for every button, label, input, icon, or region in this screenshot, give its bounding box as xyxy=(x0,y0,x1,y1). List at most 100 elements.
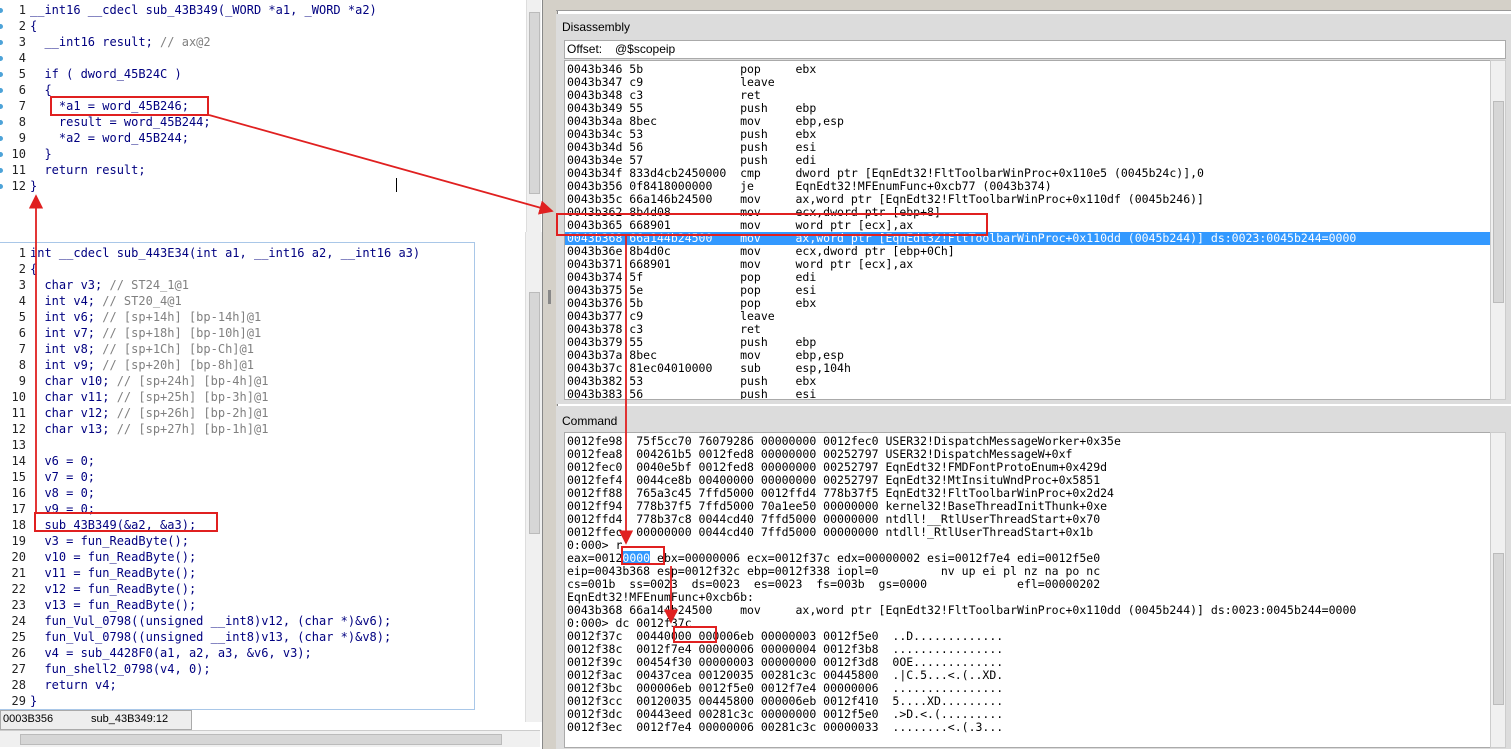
pseudocode-status-bar: 0003B356 sub_43B349:12 xyxy=(0,710,192,730)
code-line[interactable]: 4 int v4; // ST20_4@1 xyxy=(0,293,520,309)
line-number: 27 xyxy=(11,662,26,676)
code-line[interactable]: 1 int __cdecl sub_443E34(int a1, __int16 … xyxy=(0,245,520,261)
code-text: char v10; // [sp+24h] [bp-4h]@1 xyxy=(30,374,269,388)
code-line[interactable]: 1 __int16 __cdecl sub_43B349(_WORD *a1, _… xyxy=(0,2,520,18)
code-line[interactable]: 20 v10 = fun_ReadByte(); xyxy=(0,549,520,565)
code-line[interactable]: 29} xyxy=(0,693,520,709)
command-output[interactable]: 0012fe98 75f5cc70 76079286 00000000 0012… xyxy=(564,432,1491,748)
code-line[interactable]: 5 int v6; // [sp+14h] [bp-14h]@1 xyxy=(0,309,520,325)
line-number: 17 xyxy=(11,502,26,516)
line-number: 5 xyxy=(18,310,26,324)
code-line[interactable]: 18 sub_43B349(&a2, &a3); xyxy=(0,517,520,533)
pseudocode-view-sub_43B349[interactable]: 1 __int16 __cdecl sub_43B349(_WORD *a1, _… xyxy=(0,0,543,232)
code-line[interactable]: 17 v9 = 0; xyxy=(0,501,520,517)
disassembly-listing[interactable]: 0043b346 5b pop ebx 0043b347 c9 leave 0043… xyxy=(564,60,1491,400)
code-text: } xyxy=(30,179,38,193)
code-line[interactable]: 2{ xyxy=(0,261,520,277)
line-number: 9 xyxy=(18,374,26,388)
disassembly-scrollbar[interactable] xyxy=(1490,60,1506,400)
code-line[interactable]: 3 __int16 result; // ax@2 xyxy=(0,34,520,50)
code-line[interactable]: 23 v13 = fun_ReadByte(); xyxy=(0,597,520,613)
text-cursor xyxy=(396,178,397,192)
status-location: sub_43B349:12 xyxy=(91,713,169,725)
code-text: { xyxy=(30,19,38,33)
code-line[interactable]: 11 return result; xyxy=(0,162,520,178)
code-line[interactable]: 22 v12 = fun_ReadByte(); xyxy=(0,581,520,597)
code-text: char v3; // ST24_1@1 xyxy=(30,278,189,292)
line-number: 8 xyxy=(18,115,26,129)
code-line[interactable]: 4 xyxy=(0,50,520,66)
code-line[interactable]: 16 v8 = 0; xyxy=(0,485,520,501)
code-line[interactable]: 28 return v4; xyxy=(0,677,520,693)
line-number: 7 xyxy=(18,342,26,356)
line-number: 19 xyxy=(11,534,26,548)
line-number: 1 xyxy=(18,246,26,260)
line-number: 20 xyxy=(11,550,26,564)
code-line[interactable]: 6 int v7; // [sp+18h] [bp-10h]@1 xyxy=(0,325,520,341)
code-text: sub_43B349(&a2, &a3); xyxy=(30,518,197,532)
code-line[interactable]: 14 v6 = 0; xyxy=(0,453,520,469)
line-number: 18 xyxy=(11,518,26,532)
code-text: __int16 __cdecl sub_43B349(_WORD *a1, _W… xyxy=(30,3,377,17)
code-line[interactable]: 10 char v11; // [sp+25h] [bp-3h]@1 xyxy=(0,389,520,405)
code-line[interactable]: 7 int v8; // [sp+1Ch] [bp-Ch]@1 xyxy=(0,341,520,357)
disassembly-line[interactable]: 0043b383 56 push esi xyxy=(567,388,816,400)
code-text: } xyxy=(30,147,52,161)
code-line[interactable]: 3 char v3; // ST24_1@1 xyxy=(0,277,520,293)
code-line[interactable]: 12 char v13; // [sp+27h] [bp-1h]@1 xyxy=(0,421,520,437)
line-number: 25 xyxy=(11,630,26,644)
line-number: 16 xyxy=(11,486,26,500)
line-number: 6 xyxy=(18,83,26,97)
pseudocode-top-scrollbar[interactable] xyxy=(526,0,541,232)
line-number: 26 xyxy=(11,646,26,660)
line-number: 1 xyxy=(18,3,26,17)
line-number: 8 xyxy=(18,358,26,372)
line-number: 6 xyxy=(18,326,26,340)
pseudocode-horizontal-scrollbar[interactable] xyxy=(0,730,540,747)
line-number: 29 xyxy=(11,694,26,708)
code-line[interactable]: 11 char v12; // [sp+26h] [bp-2h]@1 xyxy=(0,405,520,421)
command-scrollbar[interactable] xyxy=(1490,432,1506,748)
code-line[interactable]: 9 char v10; // [sp+24h] [bp-4h]@1 xyxy=(0,373,520,389)
code-line[interactable]: 2{ xyxy=(0,18,520,34)
code-text: result = word_45B244; xyxy=(30,115,211,129)
offset-input[interactable]: @$scopeip xyxy=(615,42,675,56)
pseudocode-bottom-scrollbar[interactable] xyxy=(525,232,542,722)
line-number: 23 xyxy=(11,598,26,612)
line-number: 9 xyxy=(18,131,26,145)
code-line[interactable]: 19 v3 = fun_ReadByte(); xyxy=(0,533,520,549)
disassembly-title: Disassembly xyxy=(562,20,631,34)
code-line[interactable]: 25 fun_Vul_0798((unsigned __int8)v13, (c… xyxy=(0,629,520,645)
status-address: 0003B356 xyxy=(3,713,54,725)
line-number: 22 xyxy=(11,582,26,596)
code-line[interactable]: 24 fun_Vul_0798((unsigned __int8)v12, (c… xyxy=(0,613,520,629)
line-number: 7 xyxy=(18,99,26,113)
line-number: 12 xyxy=(11,179,26,193)
code-text: int v6; // [sp+14h] [bp-14h]@1 xyxy=(30,310,262,324)
code-text: v12 = fun_ReadByte(); xyxy=(30,582,197,596)
code-line[interactable]: 8 int v9; // [sp+20h] [bp-8h]@1 xyxy=(0,357,520,373)
line-number: 28 xyxy=(11,678,26,692)
code-line[interactable]: 27 fun_shell2_0798(v4, 0); xyxy=(0,661,520,677)
code-line[interactable]: 5 if ( dword_45B24C ) xyxy=(0,66,520,82)
code-text: v4 = sub_4428F0(a1, a2, a3, &v6, v3); xyxy=(30,646,312,660)
code-line[interactable]: 10 } xyxy=(0,146,520,162)
code-line[interactable]: 21 v11 = fun_ReadByte(); xyxy=(0,565,520,581)
code-line[interactable]: 6 { xyxy=(0,82,520,98)
code-line[interactable]: 8 result = word_45B244; xyxy=(0,114,520,130)
line-number: 24 xyxy=(11,614,26,628)
code-text: v11 = fun_ReadByte(); xyxy=(30,566,197,580)
code-line[interactable]: 7 *a1 = word_45B246; xyxy=(0,98,520,114)
line-number: 4 xyxy=(18,294,26,308)
code-line[interactable]: 15 v7 = 0; xyxy=(0,469,520,485)
code-line[interactable]: 9 *a2 = word_45B244; xyxy=(0,130,520,146)
code-line[interactable]: 26 v4 = sub_4428F0(a1, a2, a3, &v6, v3); xyxy=(0,645,520,661)
line-number: 10 xyxy=(11,147,26,161)
command-title: Command xyxy=(562,414,618,428)
pseudocode-view-sub_443E34[interactable]: 1 int __cdecl sub_443E34(int a1, __int16 … xyxy=(0,242,475,710)
code-line[interactable]: 12} xyxy=(0,178,520,194)
code-text: int v7; // [sp+18h] [bp-10h]@1 xyxy=(30,326,262,340)
code-text: *a2 = word_45B244; xyxy=(30,131,189,145)
code-text: fun_Vul_0798((unsigned __int8)v12, (char… xyxy=(30,614,392,628)
code-line[interactable]: 13 xyxy=(0,437,520,453)
